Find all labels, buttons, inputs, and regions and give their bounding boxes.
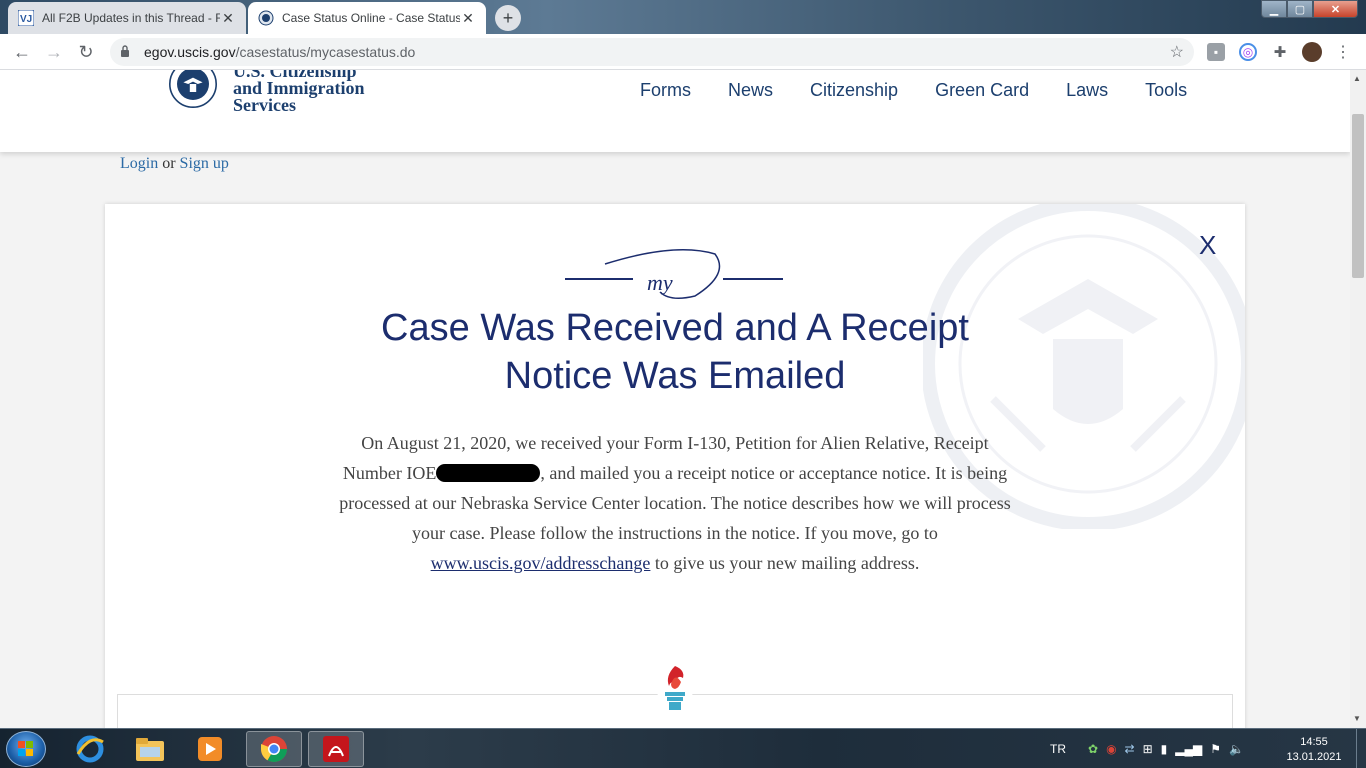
dhs-seal-icon [169,70,217,108]
lock-icon [120,44,134,60]
logo-line-3: Services [233,95,296,115]
login-link[interactable]: Login [120,155,158,172]
tray-power-icon[interactable]: ▮ [1161,742,1168,756]
signup-link[interactable]: Sign up [180,155,229,172]
torch-icon [657,666,693,710]
close-button[interactable]: X [1199,230,1216,261]
language-indicator[interactable]: TR [1050,742,1066,756]
bookmark-star-icon[interactable]: ☆ [1170,42,1184,62]
nav-forms[interactable]: Forms [640,80,691,101]
tray-chrome-icon[interactable]: ◉ [1106,742,1116,756]
my-label: my [647,270,673,295]
maximize-button[interactable]: ▢ [1287,0,1313,18]
chrome-icon[interactable] [246,731,302,767]
tab-title: Case Status Online - Case Status [282,11,460,25]
profile-avatar[interactable] [1302,42,1322,62]
browser-tab-strip: VJ All F2B Updates in this Thread - F ✕ … [0,0,1366,34]
acrobat-icon[interactable] [308,731,364,767]
uscis-seal-icon [258,10,274,26]
menu-kebab-icon[interactable]: ⋮ [1334,43,1352,61]
windows-logo-icon [18,741,33,756]
tray-sync-icon[interactable]: ⇄ [1125,742,1135,756]
url-domain: egov.uscis.gov [144,44,236,60]
show-desktop-button[interactable] [1356,729,1366,768]
scrollbar-thumb[interactable] [1352,114,1364,278]
clock-date: 13.01.2021 [1286,751,1342,763]
volume-icon[interactable]: 🔈 [1229,742,1244,756]
new-tab-button[interactable]: + [495,5,521,31]
extension-icon[interactable]: ▪ [1207,43,1225,61]
system-tray: TR ✿ ◉ ⇄ ⊞ ▮ ▂▄▆ ⚑ 🔈 [1050,729,1244,768]
extension-circle-icon[interactable]: ◎ [1239,43,1257,61]
reload-icon[interactable]: ↻ [74,41,98,63]
action-center-flag-icon[interactable]: ⚑ [1210,742,1221,756]
forward-icon[interactable]: → [42,41,66,63]
close-tab-icon[interactable]: ✕ [460,10,476,27]
nav-citizenship[interactable]: Citizenship [810,80,898,101]
nav-laws[interactable]: Laws [1066,80,1108,101]
close-window-button[interactable]: ✕ [1313,0,1358,18]
my-uscis-mark: my [565,249,783,299]
extensions-puzzle-icon[interactable]: ✚ [1271,43,1289,61]
headline-line-1: Case Was Received and A Receipt [381,307,969,349]
start-button[interactable] [6,731,46,767]
site-header: U.S. Citizenship and Immigration Service… [0,70,1350,152]
nav-tools[interactable]: Tools [1145,80,1187,101]
windows-taskbar: TR ✿ ◉ ⇄ ⊞ ▮ ▂▄▆ ⚑ 🔈 14:55 13.01.2021 [0,728,1366,768]
back-icon[interactable]: ← [10,41,34,63]
description-part-3: to give us your new mailing address. [650,553,920,573]
headline-line-2: Notice Was Emailed [504,355,846,397]
auth-links: Login or Sign up [120,155,229,173]
file-explorer-icon[interactable] [122,731,178,767]
clock-time: 14:55 [1300,736,1328,748]
or-text: or [162,155,176,172]
case-status-description: On August 21, 2020, we received your For… [335,428,1015,578]
minimize-button[interactable]: ▁ [1261,0,1287,18]
media-player-icon[interactable] [182,731,238,767]
main-nav: Forms News Citizenship Green Card Laws T… [640,80,1224,101]
tray-network-icon[interactable]: ⊞ [1143,742,1153,756]
scroll-down-icon[interactable]: ▼ [1353,714,1361,723]
page-viewport: U.S. Citizenship and Immigration Service… [0,70,1350,728]
vj-icon: VJ [18,10,34,26]
tab-case-status[interactable]: Case Status Online - Case Status ✕ [248,2,486,34]
taskbar-clock[interactable]: 14:55 13.01.2021 [1282,735,1346,765]
close-tab-icon[interactable]: ✕ [220,10,236,27]
address-change-link[interactable]: www.uscis.gov/addresschange [431,553,651,573]
nav-news[interactable]: News [728,80,773,101]
svg-text:VJ: VJ [20,14,32,25]
nav-green-card[interactable]: Green Card [935,80,1029,101]
scroll-up-icon[interactable]: ▲ [1353,74,1361,83]
uscis-logo[interactable]: U.S. Citizenship and Immigration Service… [163,70,365,114]
address-bar[interactable]: egov.uscis.gov/casestatus/mycasestatus.d… [110,38,1194,66]
tab-title: All F2B Updates in this Thread - F [42,11,220,25]
browser-toolbar: ← → ↻ egov.uscis.gov/casestatus/mycasest… [0,34,1366,70]
tab-f2b-updates[interactable]: VJ All F2B Updates in this Thread - F ✕ [8,2,246,34]
redacted-receipt-number [436,463,541,482]
internet-explorer-icon[interactable] [62,731,118,767]
case-status-headline: Case Was Received and A Receipt Notice W… [105,304,1245,400]
url-path: /casestatus/mycasestatus.do [235,44,416,60]
tray-signal-icon[interactable]: ▂▄▆ [1175,742,1202,756]
case-status-card: X my Case Was Received and A Receipt Not… [105,204,1245,728]
page-scrollbar[interactable]: ▲ ▼ [1350,70,1366,728]
tray-app-icon[interactable]: ✿ [1088,742,1098,756]
